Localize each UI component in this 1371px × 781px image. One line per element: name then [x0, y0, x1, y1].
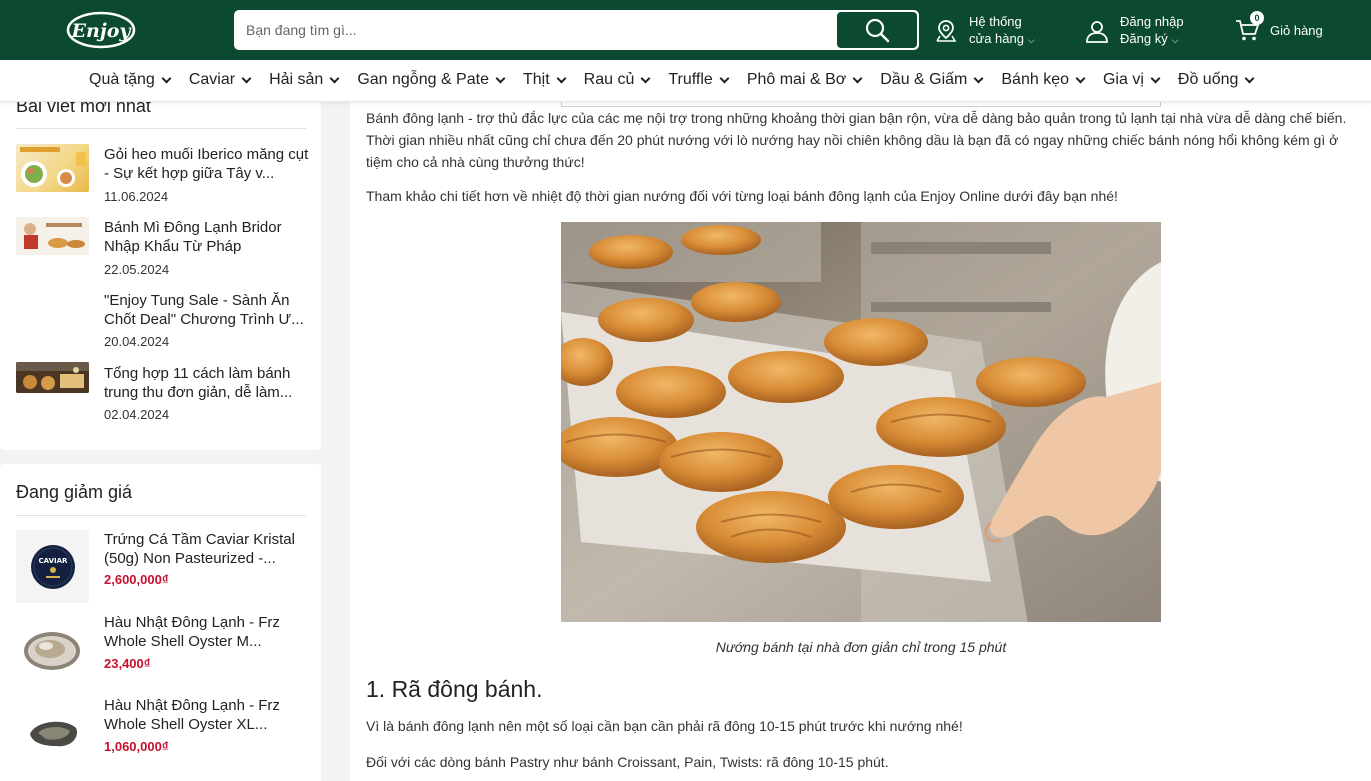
- article-content: Bánh đông lạnh - trợ thủ đắc lực của các…: [350, 102, 1371, 781]
- nav-item-caviar[interactable]: Caviar: [189, 71, 252, 89]
- chevron-down-icon: [852, 73, 863, 83]
- post-date: 11.06.2024: [104, 189, 169, 204]
- chevron-down-icon: [495, 73, 506, 83]
- post-thumbnail[interactable]: [16, 144, 89, 192]
- store-locator[interactable]: Hệ thống cửa hàng ⌵: [933, 13, 1035, 49]
- nav-item-hai-san[interactable]: Hải sản: [269, 71, 340, 89]
- cart-count-badge: 0: [1250, 11, 1264, 25]
- search-button[interactable]: [837, 12, 917, 48]
- search-bar: [234, 10, 919, 50]
- chevron-down-icon: [161, 73, 172, 83]
- login-link[interactable]: Đăng nhập: [1120, 13, 1184, 30]
- logo-text: Enjoy: [71, 20, 133, 42]
- chevron-down-icon: [241, 73, 252, 83]
- recent-post-item[interactable]: Bánh Mì Đông Lạnh Bridor Nhập Khẩu Từ Ph…: [16, 216, 309, 277]
- chevron-down-icon: [973, 73, 984, 83]
- nav-item-qua-tang[interactable]: Quà tặng: [89, 71, 172, 89]
- product-title[interactable]: Trứng Cá Tầm Caviar Kristal (50g) Non Pa…: [104, 530, 309, 568]
- post-title[interactable]: Tổng hợp 11 cách làm bánh trung thu đơn …: [104, 364, 309, 402]
- chevron-down-icon: ⌵: [1171, 35, 1179, 45]
- enjoy-logo[interactable]: Enjoy: [66, 10, 136, 50]
- on-sale-panel: Đang giảm giá CAVIAR Trứng Cá Tầm Caviar…: [0, 464, 321, 781]
- photo-caption: Nướng bánh tại nhà đơn giản chỉ trong 15…: [715, 639, 1007, 655]
- chevron-down-icon: [640, 73, 651, 83]
- store-line1: Hệ thống: [969, 14, 1022, 29]
- nav-item-gia-vi[interactable]: Gia vị: [1103, 71, 1161, 89]
- article-intro-paragraph: Bánh đông lạnh - trợ thủ đắc lực của các…: [366, 110, 1347, 170]
- caviar-tin-label: CAVIAR: [39, 557, 69, 565]
- post-title[interactable]: "Enjoy Tung Sale - Sành Ăn Chốt Deal" Ch…: [104, 291, 309, 329]
- section-paragraph: Đối với các dòng bánh Pastry như bánh Cr…: [366, 754, 889, 770]
- nav-item-pho-mai-bo[interactable]: Phô mai & Bơ: [747, 71, 863, 89]
- product-image[interactable]: [16, 615, 89, 685]
- product-title[interactable]: Hàu Nhật Đông Lạnh - Frz Whole Shell Oys…: [104, 696, 309, 734]
- search-input[interactable]: [236, 12, 836, 48]
- product-image[interactable]: CAVIAR: [16, 530, 89, 603]
- store-line2: cửa hàng: [969, 31, 1024, 46]
- post-thumbnail[interactable]: [16, 217, 89, 255]
- nav-item-truffle[interactable]: Truffle: [668, 71, 730, 89]
- cart-label: Giỏ hàng: [1270, 22, 1323, 38]
- product-price: 2,600,000₫: [104, 572, 169, 587]
- product-price: 1,060,000₫: [104, 739, 169, 754]
- map-pin-icon: [936, 20, 957, 42]
- nav-item-gan-ngong-pate[interactable]: Gan ngỗng & Pate: [357, 71, 506, 89]
- section-paragraph: Vì là bánh đông lạnh nên một số loại cần…: [366, 718, 963, 734]
- product-image[interactable]: [16, 698, 89, 768]
- nav-item-banh-keo[interactable]: Bánh kẹo: [1001, 71, 1086, 89]
- divider: [16, 515, 306, 516]
- chevron-down-icon: [1244, 73, 1255, 83]
- article-reference-paragraph: Tham khảo chi tiết hơn về nhiệt độ thời …: [366, 188, 1118, 204]
- post-date: 02.04.2024: [104, 407, 170, 422]
- chevron-down-icon: ⌵: [1027, 35, 1035, 45]
- post-title[interactable]: Bánh Mì Đông Lạnh Bridor Nhập Khẩu Từ Ph…: [104, 218, 309, 256]
- nav-item-do-uong[interactable]: Đồ uống: [1178, 71, 1255, 89]
- post-date: 20.04.2024: [104, 334, 170, 349]
- top-header: Enjoy Hệ thống cửa hàng⌵ Đăng nhập: [0, 0, 1371, 60]
- recent-post-item[interactable]: Gỏi heo muối Iberico măng cụt - Sự kết h…: [16, 143, 309, 204]
- recent-post-item[interactable]: "Enjoy Tung Sale - Sành Ăn Chốt Deal" Ch…: [16, 289, 306, 349]
- nav-item-dau-giam[interactable]: Dầu & Giấm: [880, 71, 984, 89]
- product-title[interactable]: Hàu Nhật Đông Lạnh - Frz Whole Shell Oys…: [104, 613, 309, 651]
- post-thumbnail[interactable]: [16, 362, 89, 393]
- product-price: 23,400₫: [104, 656, 151, 671]
- register-link[interactable]: Đăng ký: [1120, 31, 1168, 46]
- recent-posts-panel: Bài viết mới nhất Gỏi heo muối Iberico m…: [0, 70, 321, 450]
- recent-post-item[interactable]: Tổng hợp 11 cách làm bánh trung thu đơn …: [16, 362, 306, 422]
- post-title[interactable]: Gỏi heo muối Iberico măng cụt - Sự kết h…: [104, 145, 309, 183]
- account-menu[interactable]: Đăng nhập Đăng ký ⌵: [1084, 13, 1184, 49]
- sale-product-item[interactable]: Hàu Nhật Đông Lạnh - Frz Whole Shell Oys…: [16, 613, 306, 689]
- section-heading: 1. Rã đông bánh.: [366, 676, 543, 702]
- croissant-tray-photo: [561, 222, 1161, 622]
- category-nav: Quà tặng Caviar Hải sản Gan ngỗng & Pate…: [0, 60, 1371, 102]
- post-date: 22.05.2024: [104, 262, 170, 277]
- chevron-down-icon: [719, 73, 730, 83]
- cart-button[interactable]: 0 Giỏ hàng: [1234, 11, 1323, 48]
- nav-item-thit[interactable]: Thịt: [523, 71, 567, 89]
- chevron-down-icon: [556, 73, 567, 83]
- on-sale-title: Đang giảm giá: [16, 482, 133, 502]
- chevron-down-icon: [1075, 73, 1086, 83]
- divider: [16, 128, 306, 129]
- sale-product-item[interactable]: Hàu Nhật Đông Lạnh - Frz Whole Shell Oys…: [16, 696, 306, 772]
- nav-item-rau-cu[interactable]: Rau củ: [584, 71, 651, 89]
- sale-product-item[interactable]: CAVIAR Trứng Cá Tầm Caviar Kristal (50g)…: [16, 530, 306, 606]
- chevron-down-icon: [329, 73, 340, 83]
- chevron-down-icon: [1150, 73, 1161, 83]
- user-icon: [1086, 21, 1108, 43]
- search-icon: [865, 18, 890, 43]
